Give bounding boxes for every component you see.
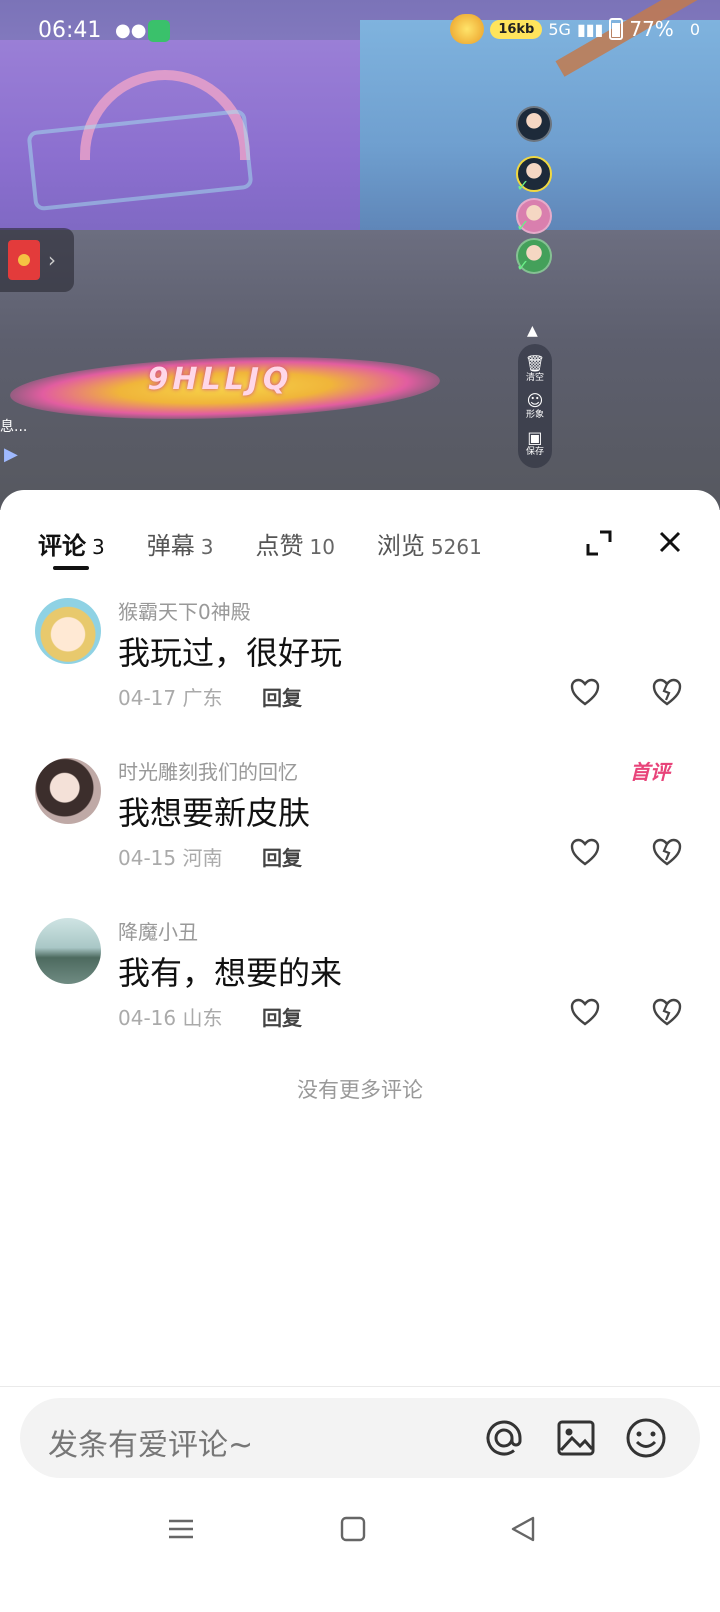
save-tool-button[interactable]: ▣ 保存 (525, 428, 544, 458)
tab-label: 评论 (38, 532, 86, 560)
back-icon[interactable] (508, 1514, 538, 1544)
comment-item[interactable]: 猴霸天下0神殿 我玩过，很好玩 04-17 广东 回复 (0, 590, 720, 750)
tab-active-indicator (53, 566, 89, 570)
comment-item[interactable]: 降魔小丑 我有，想要的来 04-16 山东 回复 (0, 910, 720, 1070)
comment-username[interactable]: 降魔小丑 (118, 916, 198, 945)
check-icon: ✓ (516, 176, 530, 195)
comment-username[interactable]: 猴霸天下0神殿 (118, 596, 251, 625)
emoji-icon[interactable] (624, 1416, 668, 1460)
check-icon: ✓ (516, 216, 530, 235)
reply-button[interactable]: 回复 (262, 682, 302, 711)
tab-count: 3 (200, 535, 214, 559)
save-tool-label: 保存 (525, 447, 544, 458)
broken-heart-icon[interactable] (652, 998, 682, 1026)
comment-meta: 04-16 山东 (118, 1006, 223, 1030)
comment-input[interactable]: 发条有爱评论~ (20, 1398, 700, 1478)
tab-label: 浏览 (376, 532, 425, 560)
clear-tool-label: 清空 (525, 372, 544, 383)
video-area[interactable]: 9HLLJQ 06:41 ●● 16kb 5G ▮▮▮ 77% 0 › ✓ ✓ … (0, 0, 720, 510)
tab-likes[interactable]: 点赞 10 (255, 526, 334, 561)
at-icon[interactable] (482, 1416, 526, 1460)
image-icon[interactable] (554, 1416, 598, 1460)
comment-panel: 评论 3 弹幕 3 点赞 10 浏览 5261 猴霸天下0神殿 我玩过，很好玩 … (0, 490, 720, 1612)
menu-icon[interactable] (166, 1514, 196, 1544)
app-icon (148, 20, 170, 42)
chevron-right-icon: › (48, 248, 56, 272)
network-speed: 16kb (490, 19, 543, 39)
comment-meta: 04-15 河南 (118, 846, 223, 870)
comment-username[interactable]: 时光雕刻我们的回忆 (118, 756, 298, 785)
left-message-text: 息... (0, 419, 28, 435)
close-icon[interactable] (656, 528, 684, 556)
heart-icon[interactable] (570, 998, 600, 1026)
trash-icon: 🗑 (524, 353, 546, 373)
network-type: 5G (548, 19, 571, 39)
avatar[interactable] (35, 758, 101, 824)
avatar[interactable] (35, 598, 101, 664)
avatar-tool-button[interactable]: ☺ 形象 (525, 390, 544, 420)
comment-list: 猴霸天下0神殿 我玩过，很好玩 04-17 广东 回复 时光雕刻我们的回忆 首评… (0, 590, 720, 1070)
battery-icon (609, 18, 624, 40)
divider (0, 1386, 720, 1387)
comment-input-placeholder: 发条有爱评论~ (48, 1428, 254, 1463)
home-icon[interactable] (338, 1514, 368, 1544)
check-icon: ✓ (516, 256, 530, 275)
side-tools: 🗑 清空 ☺ 形象 ▣ 保存 (518, 344, 552, 468)
floor-logo-text: 9HLLJQ (147, 362, 293, 397)
expand-icon[interactable] (586, 530, 612, 556)
tab-bar: 评论 3 弹幕 3 点赞 10 浏览 5261 (38, 526, 524, 561)
play-arrow-icon[interactable]: ▶ (4, 444, 18, 465)
avatar-tool-label: 形象 (525, 409, 544, 420)
battery-percent: 77% (629, 17, 674, 41)
reply-button[interactable]: 回复 (262, 842, 302, 871)
tab-comments[interactable]: 评论 3 (38, 526, 105, 561)
status-right: 16kb 5G ▮▮▮ 77% 0 (450, 14, 700, 44)
tab-count: 10 (309, 535, 335, 559)
heart-icon[interactable] (570, 838, 600, 866)
broken-heart-icon[interactable] (652, 838, 682, 866)
tab-label: 点赞 (255, 532, 304, 560)
chevron-up-icon[interactable]: ▲ (527, 323, 538, 339)
reply-button[interactable]: 回复 (262, 1002, 302, 1031)
avatar-icon: ☺ (526, 390, 544, 410)
tab-label: 弹幕 (146, 532, 195, 560)
comment-text: 我有，想要的来 (118, 954, 343, 992)
signal-icon: ▮▮▮ (576, 19, 604, 39)
tab-danmaku[interactable]: 弹幕 3 (147, 526, 214, 561)
heart-icon[interactable] (570, 678, 600, 706)
comment-item[interactable]: 时光雕刻我们的回忆 首评 我想要新皮肤 04-15 河南 回复 (0, 750, 720, 910)
red-packet-button[interactable]: › (0, 228, 74, 292)
save-icon: ▣ (527, 428, 543, 448)
avatar[interactable] (35, 918, 101, 984)
status-bar: 06:41 ●● 16kb 5G ▮▮▮ 77% 0 (0, 0, 720, 60)
status-badge-icon (450, 14, 485, 44)
first-comment-badge: 首评 (622, 754, 670, 785)
status-time: 06:41 (38, 18, 102, 43)
tab-views[interactable]: 浏览 5261 (377, 526, 482, 561)
comment-meta: 04-17 广东 (118, 686, 223, 710)
status-extra: 0 (689, 19, 700, 39)
broken-heart-icon[interactable] (652, 678, 682, 706)
system-nav-bar (0, 1496, 720, 1566)
comment-text: 我玩过，很好玩 (118, 634, 343, 672)
red-packet-icon (8, 240, 40, 280)
wechat-icon: ●● (115, 20, 147, 41)
comment-text: 我想要新皮肤 (118, 794, 311, 832)
clear-tool-button[interactable]: 🗑 清空 (524, 353, 546, 383)
no-more-comments: 没有更多评论 (297, 1078, 423, 1102)
tab-count: 5261 (430, 535, 482, 559)
tab-count: 3 (92, 535, 105, 559)
viewer-avatar[interactable] (516, 106, 552, 142)
